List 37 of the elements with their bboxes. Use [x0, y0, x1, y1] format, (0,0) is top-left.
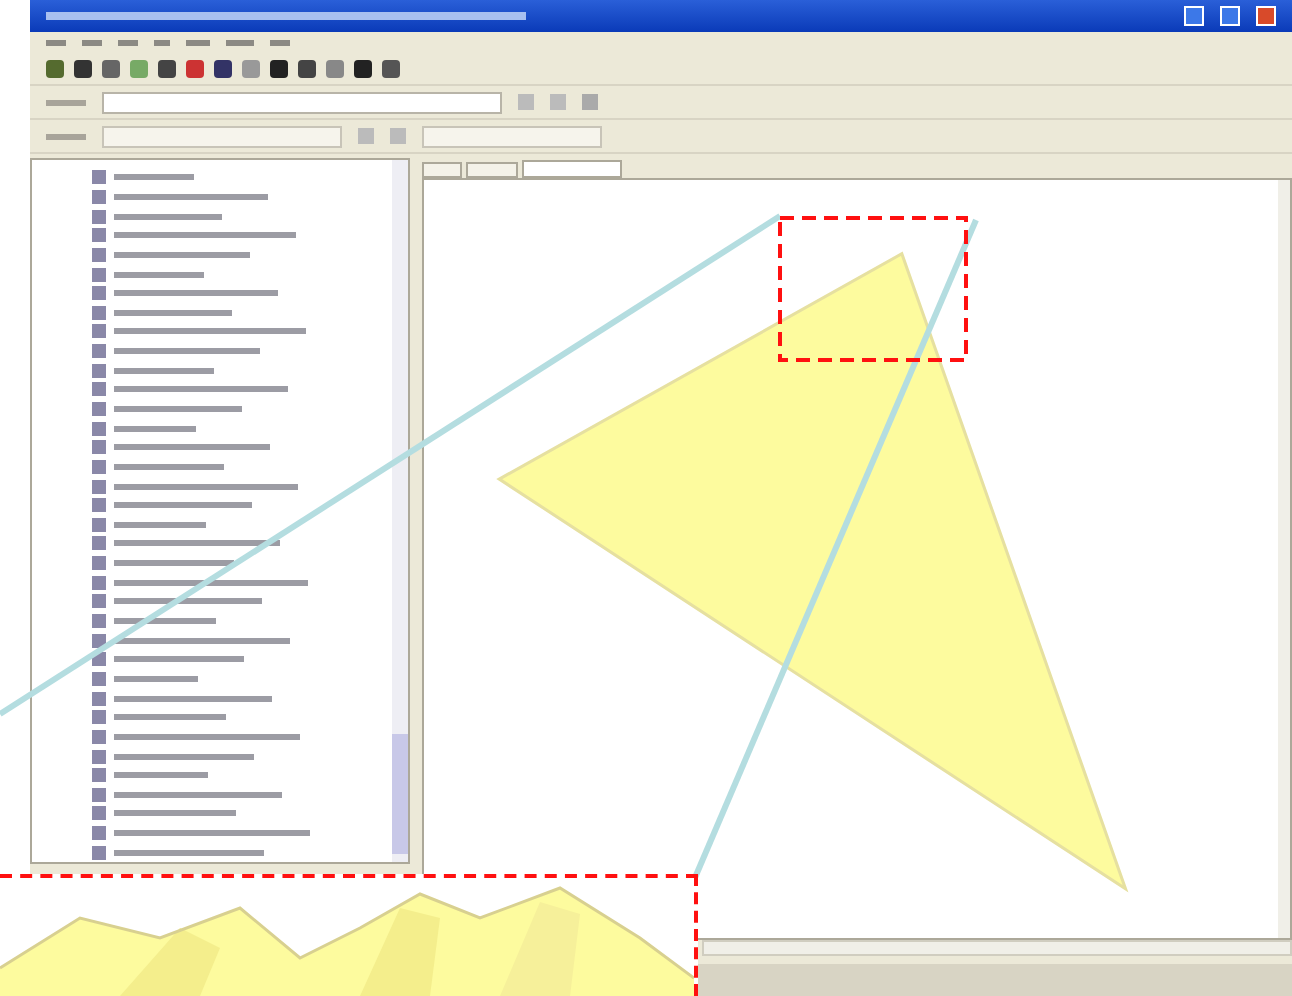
- blurred-text: [114, 560, 234, 567]
- blurred-text: [114, 367, 214, 374]
- blurred-text: [186, 39, 210, 45]
- blurred-text: [114, 675, 198, 682]
- blurred-text: [46, 99, 86, 105]
- blurred-text: [114, 271, 204, 278]
- blurred-text: [114, 521, 206, 528]
- blurred-text: [114, 463, 224, 470]
- blurred-text: [114, 213, 222, 220]
- blurred-text: [114, 502, 252, 509]
- input-field[interactable]: [102, 91, 502, 113]
- blurred-text: [114, 714, 226, 721]
- blurred-text: [46, 133, 86, 139]
- blurred-text: [114, 656, 244, 663]
- blurred-text: [114, 772, 208, 779]
- dropdown-field[interactable]: [422, 125, 602, 147]
- blurred-text: [114, 406, 242, 412]
- blurred-text: [114, 309, 232, 316]
- close-button[interactable]: [1256, 6, 1276, 26]
- minimize-button[interactable]: [1184, 6, 1204, 26]
- blurred-text: [114, 251, 250, 258]
- blurred-text: [114, 753, 254, 760]
- blurred-text: [114, 618, 216, 625]
- scrollbar[interactable]: [392, 160, 408, 862]
- scrollbar[interactable]: [1278, 180, 1290, 938]
- scrollbar[interactable]: [702, 940, 1292, 956]
- blurred-text: [114, 174, 194, 181]
- tab[interactable]: [522, 160, 622, 178]
- blurred-text: [114, 425, 196, 432]
- tab[interactable]: [466, 162, 518, 178]
- input-field[interactable]: [102, 125, 342, 147]
- blurred-text: [270, 39, 290, 45]
- blurred-text: [226, 39, 254, 45]
- maximize-button[interactable]: [1220, 6, 1240, 26]
- tab[interactable]: [422, 162, 462, 178]
- scroll-thumb[interactable]: [392, 734, 408, 854]
- blurred-text: [114, 810, 236, 817]
